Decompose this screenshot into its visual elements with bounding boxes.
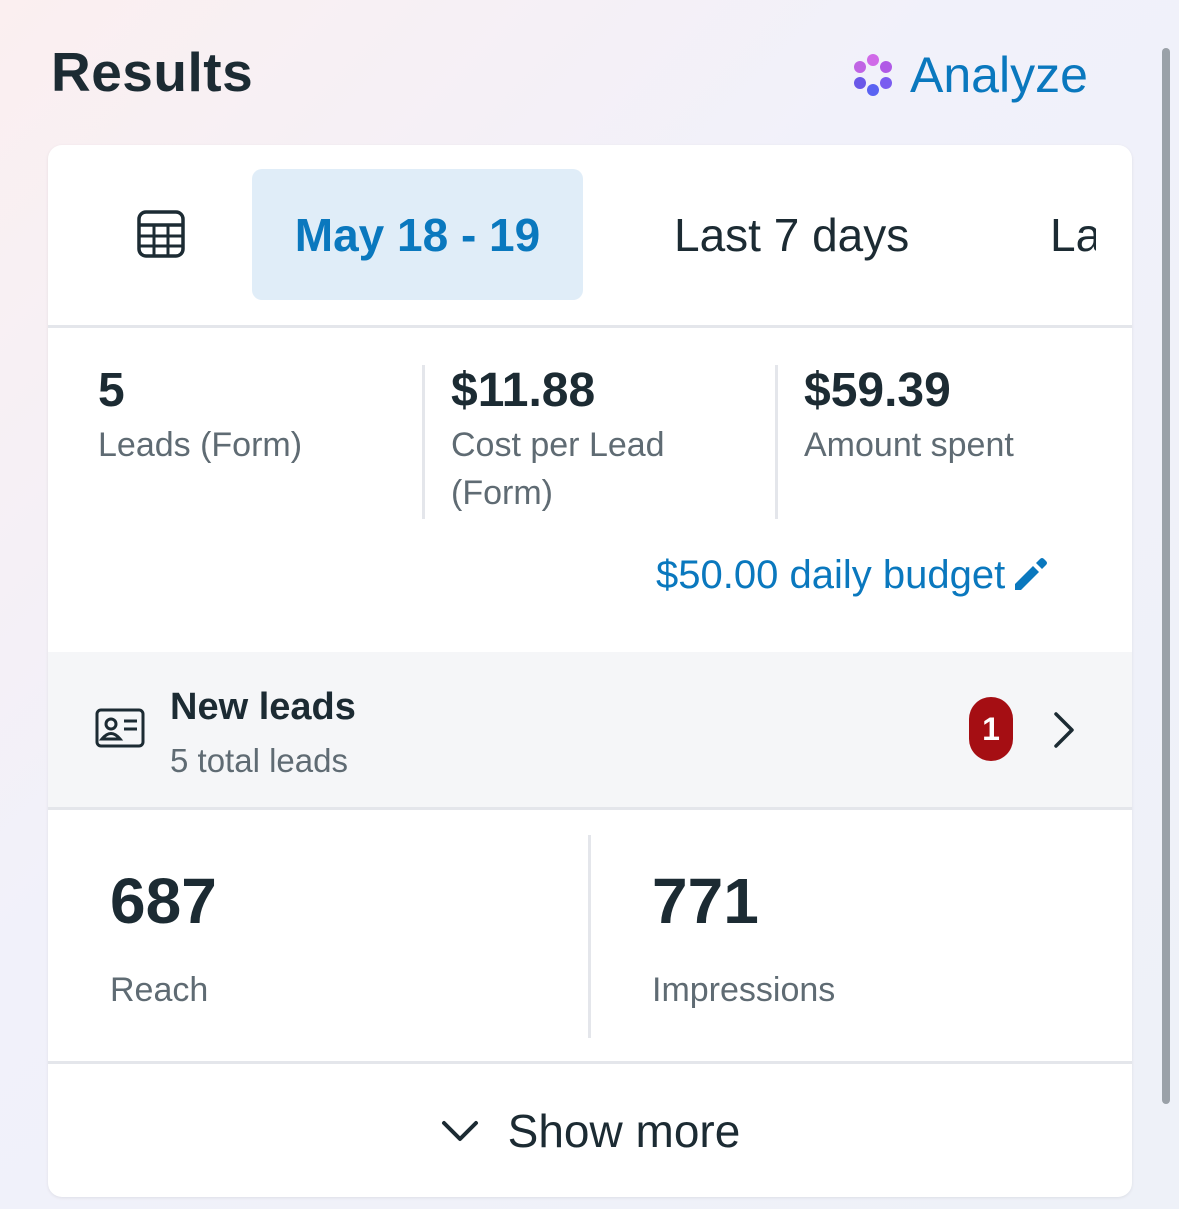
- analyze-label: Analyze: [910, 47, 1088, 103]
- new-leads-title: New leads: [170, 686, 356, 728]
- metric-cost-per-lead: $11.88 Cost per Lead (Form): [451, 363, 751, 517]
- stat-value: 687: [110, 865, 217, 937]
- pencil-edit-icon: [1015, 558, 1048, 590]
- stat-label: Impressions: [652, 971, 836, 1009]
- contact-card-icon: [95, 708, 145, 748]
- page-title: Results: [51, 41, 254, 103]
- tab-last-7-days[interactable]: Last 7 days: [674, 169, 909, 300]
- stat-label: Reach: [110, 971, 209, 1009]
- metric-amount-spent: $59.39 Amount spent: [804, 363, 1114, 469]
- chevron-down-icon: [441, 1120, 478, 1141]
- metric-divider: [422, 365, 425, 519]
- metric-leads: 5 Leads (Form): [98, 363, 408, 469]
- metric-label: Cost per Lead (Form): [451, 426, 665, 512]
- results-card: May 18 - 19 Last 7 days La 5 Leads (Form…: [48, 145, 1132, 1197]
- metric-value: 5: [98, 364, 125, 417]
- calendar-table-icon: [137, 210, 185, 258]
- new-leads-row[interactable]: New leads 5 total leads 1: [48, 652, 1132, 807]
- sparkle-flower-icon: [854, 54, 892, 96]
- metric-label: Leads (Form): [98, 426, 303, 464]
- stat-reach: 687 Reach: [110, 865, 217, 1010]
- new-leads-subtitle: 5 total leads: [170, 742, 348, 779]
- show-more-label: Show more: [507, 1104, 741, 1157]
- stat-value: 771: [652, 865, 759, 937]
- divider: [48, 807, 1132, 810]
- show-more-button[interactable]: Show more: [48, 1064, 1132, 1197]
- scrollbar[interactable]: [1162, 48, 1170, 1104]
- daily-budget-link[interactable]: $50.00 daily budget: [656, 547, 1049, 603]
- daily-budget-label: $50.00 daily budget: [656, 552, 1006, 597]
- stat-divider: [588, 835, 591, 1038]
- chevron-right-icon: [1054, 712, 1074, 748]
- date-range-tabs: May 18 - 19 Last 7 days La: [48, 145, 1132, 325]
- stat-impressions: 771 Impressions: [652, 865, 835, 1010]
- tab-last-partial[interactable]: La: [1050, 169, 1096, 300]
- metric-value: $11.88: [451, 364, 596, 417]
- analyze-button[interactable]: Analyze: [850, 45, 1088, 105]
- divider: [48, 325, 1132, 328]
- tab-calendar[interactable]: [136, 209, 186, 259]
- metric-value: $59.39: [804, 364, 951, 417]
- metric-label: Amount spent: [804, 426, 1014, 464]
- notification-badge: 1: [969, 697, 1013, 761]
- tab-may-18-19[interactable]: May 18 - 19: [252, 169, 583, 300]
- metric-divider: [775, 365, 778, 519]
